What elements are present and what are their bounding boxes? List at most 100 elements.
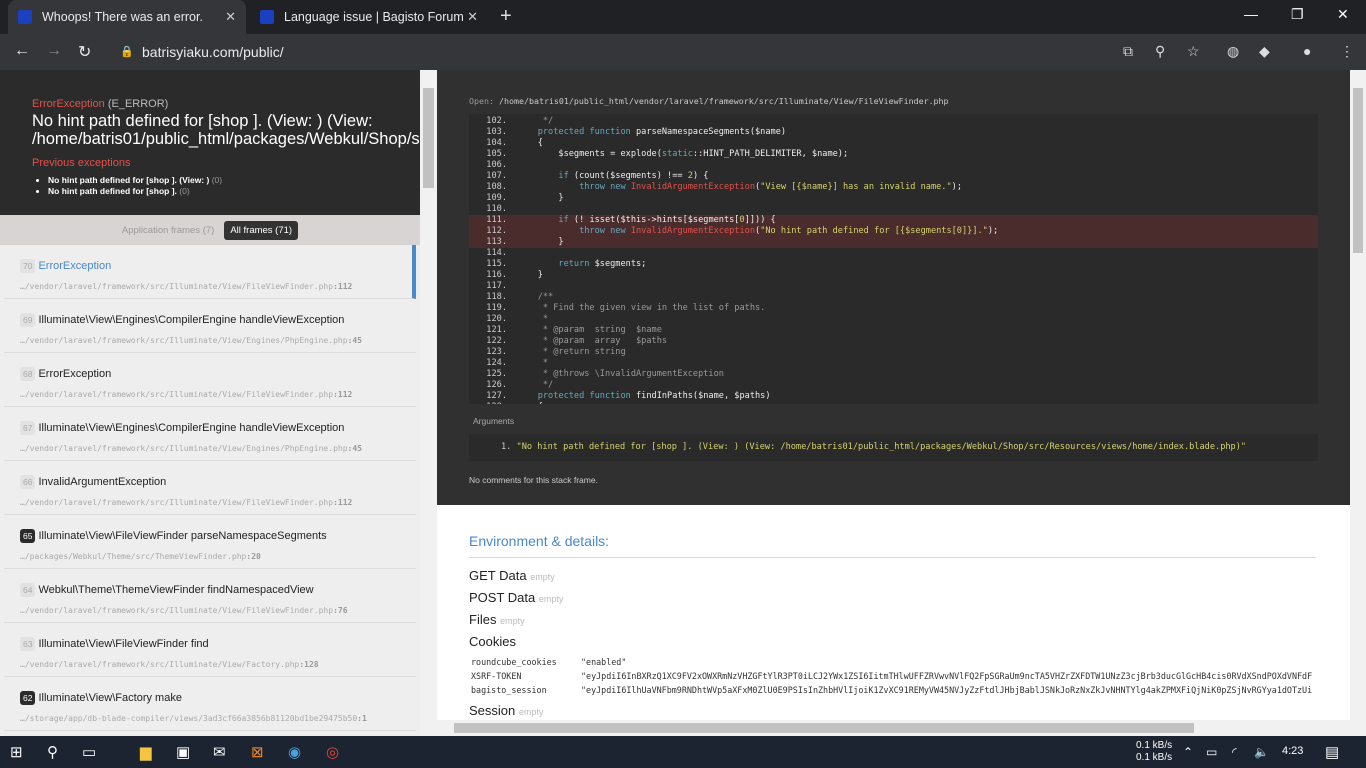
frame-number: 67 bbox=[20, 421, 36, 435]
horizontal-scrollbar[interactable] bbox=[437, 720, 1350, 736]
tray-chevron-icon[interactable]: ⌃ bbox=[1183, 745, 1193, 759]
code-line: 102. */ bbox=[469, 116, 1318, 127]
frame-file: …/vendor/laravel/framework/src/Illuminat… bbox=[20, 336, 362, 345]
zoom-icon[interactable]: ⚲ bbox=[1155, 43, 1165, 60]
volume-icon[interactable]: 🔈 bbox=[1254, 745, 1269, 759]
code-line: 118. /** bbox=[469, 292, 1318, 303]
frame-number: 69 bbox=[20, 313, 36, 327]
mail-icon[interactable]: ✉ bbox=[213, 743, 226, 761]
application-frames-button[interactable]: Application frames (7) bbox=[122, 225, 214, 236]
frame-class: Illuminate\View\FileViewFinder find bbox=[38, 638, 209, 650]
line-number: 128. bbox=[469, 402, 517, 404]
line-number: 108. bbox=[486, 182, 507, 192]
reload-icon[interactable]: ↻ bbox=[78, 42, 91, 62]
stack-frame[interactable]: 70 ErrorException …/vendor/laravel/framewo… bbox=[4, 245, 416, 299]
close-window-button[interactable]: ✕ bbox=[1337, 6, 1349, 23]
code-frame: Open: /home/batris01/public_html/vendor/… bbox=[437, 70, 1350, 505]
stack-frame[interactable]: 66 InvalidArgumentException …/vendor/larav… bbox=[4, 461, 416, 515]
search-icon[interactable]: ⚲ bbox=[47, 743, 58, 761]
cookie-row: roundcube_cookies "enabled" bbox=[471, 657, 627, 667]
cookie-row: XSRF-TOKEN "eyJpdiI6InBXRzQ1XC9FV2xOWXRmN… bbox=[471, 671, 1313, 681]
line-number: 104. bbox=[486, 138, 507, 148]
clock[interactable]: 4:23 bbox=[1282, 745, 1303, 757]
close-tab-icon[interactable]: ✕ bbox=[225, 9, 236, 25]
right-scrollbar[interactable] bbox=[1350, 70, 1366, 736]
url-text: batrisyiaku.com/public/ bbox=[142, 44, 284, 60]
file-explorer-icon[interactable]: ▆ bbox=[140, 743, 152, 761]
frame-class: Illuminate\View\Factory make bbox=[38, 692, 182, 704]
frame-number: 62 bbox=[20, 691, 36, 705]
extension-icon[interactable]: ◆ bbox=[1259, 43, 1270, 60]
frame-class: InvalidArgumentException bbox=[38, 476, 167, 488]
stack-frame[interactable]: 63 Illuminate\View\FileViewFinder find …/v… bbox=[4, 623, 416, 677]
stack-frame[interactable]: 64 Webkul\Theme\ThemeViewFinder findNames… bbox=[4, 569, 416, 623]
task-view-icon[interactable]: ▭ bbox=[82, 743, 96, 761]
no-comments: No comments for this stack frame. bbox=[469, 475, 598, 485]
code-line: 107. if (count($segments) !== 2) { bbox=[469, 171, 1318, 182]
tab-bar: Whoops! There was an error. ✕ Language is… bbox=[0, 0, 1366, 34]
line-number: 112. bbox=[486, 226, 507, 236]
minimize-button[interactable]: — bbox=[1244, 6, 1258, 22]
previous-exception: No hint path defined for [shop ]. (0) bbox=[48, 186, 388, 197]
line-number: 125. bbox=[486, 369, 507, 379]
open-file-link[interactable]: Open: /home/batris01/public_html/vendor/… bbox=[469, 96, 1318, 106]
back-icon[interactable]: ← bbox=[14, 42, 30, 60]
code-line: 103. protected function parseNamespaceSe… bbox=[469, 127, 1318, 138]
windows-start-icon[interactable]: ⊞ bbox=[10, 743, 23, 761]
environment-section: Environment & details: GET Data empty PO… bbox=[437, 505, 1350, 718]
maximize-button[interactable]: ❐ bbox=[1291, 6, 1304, 23]
frame-file: …/vendor/laravel/framework/src/Illuminat… bbox=[20, 660, 319, 669]
previous-exceptions-label: Previous exceptions bbox=[32, 157, 131, 169]
url-input[interactable]: 🔒 batrisyiaku.com/public/ bbox=[108, 38, 1208, 66]
tab-forum[interactable]: Language issue | Bagisto Forum ✕ bbox=[250, 0, 488, 34]
frame-file: …/storage/app/db-blade-compiler/views/3a… bbox=[20, 714, 367, 723]
code-line: 104. { bbox=[469, 138, 1318, 149]
exception-message: No hint path defined for [shop ]. (View:… bbox=[32, 112, 420, 148]
code-line: 117. bbox=[469, 281, 1318, 292]
stack-frame[interactable]: 65 Illuminate\View\FileViewFinder parseNa… bbox=[4, 515, 416, 569]
bookmark-star-icon[interactable]: ☆ bbox=[1187, 43, 1200, 60]
frame-file: …/vendor/laravel/framework/src/Illuminat… bbox=[20, 606, 348, 615]
store-icon[interactable]: ▣ bbox=[176, 743, 190, 761]
forward-icon[interactable]: → bbox=[46, 42, 62, 60]
previous-exception: No hint path defined for [shop ]. (View:… bbox=[48, 175, 388, 186]
frame-class: Illuminate\View\Engines\CompilerEngine h… bbox=[38, 314, 345, 326]
code-line: 126. */ bbox=[469, 380, 1318, 391]
stack-frame[interactable]: 68 ErrorException …/vendor/laravel/framewo… bbox=[4, 353, 416, 407]
battery-icon[interactable]: ▭ bbox=[1206, 745, 1217, 759]
menu-icon[interactable]: ⋮ bbox=[1340, 43, 1354, 60]
frame-file: …/vendor/laravel/framework/src/Illuminat… bbox=[20, 390, 353, 399]
frame-file: …/packages/Webkul/Theme/src/ThemeViewFin… bbox=[20, 552, 261, 561]
line-number: 118. bbox=[486, 292, 507, 302]
line-number: 109. bbox=[486, 193, 507, 203]
tab-whoops[interactable]: Whoops! There was an error. ✕ bbox=[8, 0, 246, 34]
left-scrollbar[interactable] bbox=[420, 70, 437, 736]
stack-frame[interactable]: 67 Illuminate\View\Engines\CompilerEngine… bbox=[4, 407, 416, 461]
chrome-icon[interactable]: ◎ bbox=[326, 743, 339, 761]
line-number: 105. bbox=[486, 149, 507, 159]
arguments-list: 1. "No hint path defined for [shop ]. (V… bbox=[469, 434, 1318, 461]
avatar[interactable]: ● bbox=[1303, 43, 1311, 59]
new-tab-button[interactable]: + bbox=[500, 5, 512, 28]
code-line: 108. throw new InvalidArgumentException(… bbox=[469, 182, 1318, 193]
session-heading: Session empty bbox=[469, 703, 544, 718]
globe-icon[interactable]: ◍ bbox=[1227, 43, 1239, 60]
line-number: 117. bbox=[486, 281, 507, 291]
app-icon[interactable]: ◉ bbox=[288, 743, 301, 761]
lock-icon: 🔒 bbox=[120, 46, 134, 58]
notifications-icon[interactable]: ▤ bbox=[1325, 743, 1339, 761]
frame-file: …/vendor/laravel/framework/src/Illuminat… bbox=[20, 444, 362, 453]
code-line: 116. } bbox=[469, 270, 1318, 281]
stack-frame[interactable]: 69 Illuminate\View\Engines\CompilerEngine… bbox=[4, 299, 416, 353]
files-heading: Files empty bbox=[469, 612, 525, 627]
xampp-icon[interactable]: ⊠ bbox=[251, 743, 264, 761]
close-tab-icon[interactable]: ✕ bbox=[467, 9, 478, 25]
previous-exceptions-list: No hint path defined for [shop ]. (View:… bbox=[48, 175, 388, 197]
all-frames-button[interactable]: All frames (71) bbox=[224, 220, 299, 240]
stack-frame[interactable]: 62 Illuminate\View\Factory make …/storage/… bbox=[4, 677, 416, 731]
line-number: 121. bbox=[486, 325, 507, 335]
code-line: 124. * bbox=[469, 358, 1318, 369]
translate-icon[interactable]: ⧉ bbox=[1123, 43, 1133, 60]
wifi-icon[interactable]: ◜ bbox=[1232, 745, 1237, 759]
line-number: 126. bbox=[486, 380, 507, 390]
